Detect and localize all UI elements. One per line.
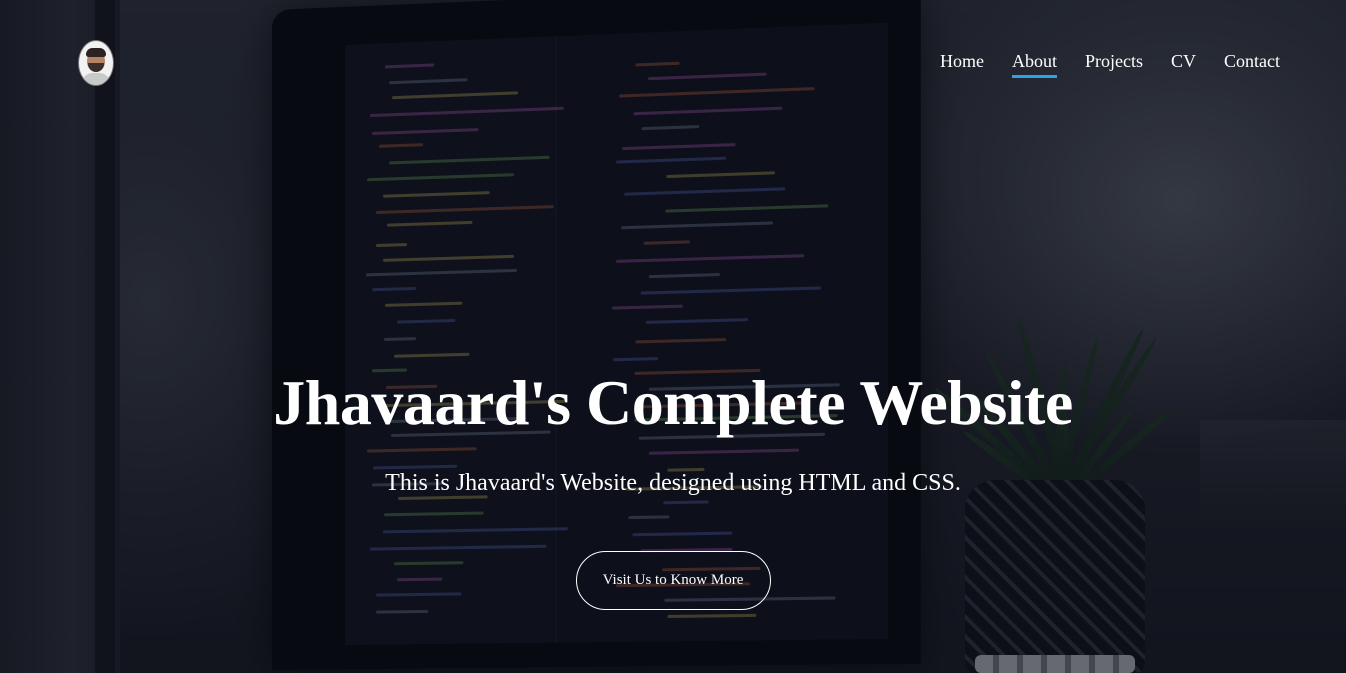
hero-subtitle: This is Jhavaard's Website, designed usi… [385,470,961,496]
nav-link-contact[interactable]: Contact [1224,50,1280,78]
nav-link-home[interactable]: Home [940,50,984,78]
nav-link-cv[interactable]: CV [1171,50,1196,78]
nav-link-about[interactable]: About [1011,50,1057,78]
hero-title: Jhavaard's Complete Website [273,367,1073,438]
nav-link-projects[interactable]: Projects [1085,50,1143,78]
hero-section: Jhavaard's Complete Website This is Jhav… [0,360,1346,610]
visit-us-button[interactable]: Visit Us to Know More [575,551,771,610]
profile-avatar-logo[interactable] [79,41,113,85]
nav-menu: Home About Projects CV Contact [940,50,1280,78]
navigation-bar: Home About Projects CV Contact [0,0,1346,120]
